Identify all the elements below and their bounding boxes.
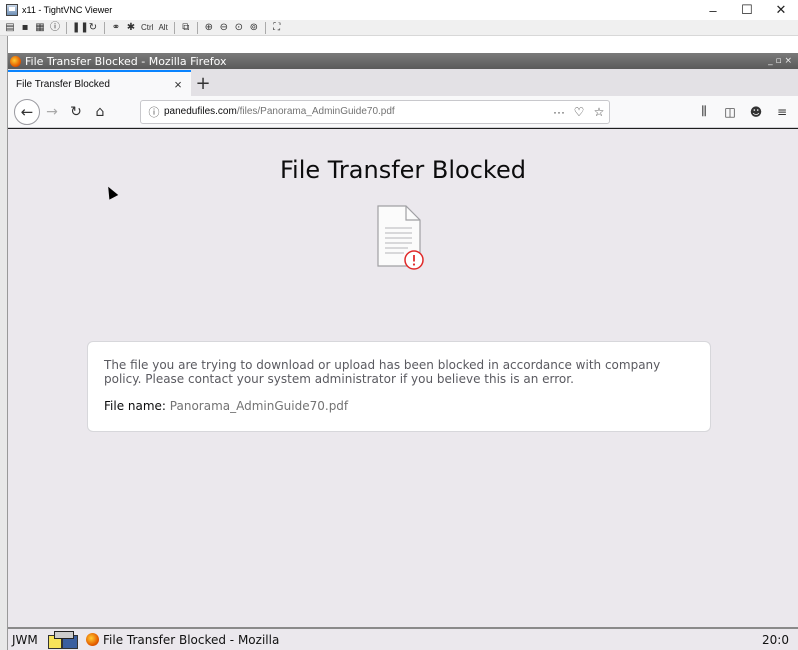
- tab-label: File Transfer Blocked: [16, 78, 110, 90]
- url-path: /files/Panorama_AdminGuide70.pdf: [236, 106, 395, 117]
- toolbar-right: ⫼ ◫ ☻ ≡: [696, 104, 790, 119]
- blocked-document-icon: [377, 205, 424, 270]
- library-icon[interactable]: ⫼: [696, 104, 712, 119]
- zoom-in-icon[interactable]: ⊕: [203, 22, 215, 34]
- desktop-pager[interactable]: [48, 630, 80, 649]
- page-title: File Transfer Blocked: [280, 156, 526, 184]
- remote-left-edge: [0, 36, 8, 650]
- zoom-fit-icon[interactable]: ⊚: [248, 22, 260, 34]
- ctrl-key-button[interactable]: Ctrl: [140, 23, 154, 32]
- info-icon[interactable]: ⓘ: [144, 104, 164, 120]
- save-session-icon[interactable]: ▪: [19, 22, 31, 34]
- vnc-maximize-button[interactable]: ☐: [730, 2, 764, 18]
- back-icon[interactable]: ←: [14, 98, 40, 125]
- win-key-icon[interactable]: ✱: [125, 22, 137, 34]
- url-host: panedufiles.com: [164, 106, 237, 117]
- sidebar-icon[interactable]: ◫: [722, 105, 738, 119]
- firefox-logo-icon: [86, 633, 99, 646]
- vnc-minimize-button[interactable]: –: [696, 3, 730, 18]
- file-name-label: File name:: [104, 399, 166, 413]
- menu-icon[interactable]: ≡: [774, 105, 790, 119]
- vnc-titlebar: x11 - TightVNC Viewer – ☐ ✕: [0, 0, 798, 20]
- message-box: The file you are trying to download or u…: [87, 341, 711, 432]
- file-name-row: File name: Panorama_AdminGuide70.pdf: [104, 399, 694, 413]
- navigation-bar: ← → ↻ ⌂ ⓘ panedufiles.com /files/Panoram…: [8, 96, 798, 128]
- tab-file-transfer-blocked[interactable]: File Transfer Blocked ×: [8, 70, 191, 96]
- ctrl-alt-del-icon[interactable]: ⚭: [110, 22, 122, 34]
- new-connection-icon[interactable]: ▤: [4, 22, 16, 34]
- zoom-100-icon[interactable]: ⊙: [233, 22, 245, 34]
- new-tab-button[interactable]: +: [191, 70, 215, 96]
- more-icon[interactable]: ···: [549, 105, 569, 119]
- clock: 20:0: [762, 632, 789, 647]
- pause-icon[interactable]: ❚❚: [72, 22, 89, 34]
- forward-icon[interactable]: →: [40, 104, 64, 120]
- firefox-window-controls[interactable]: _ ▫ ×: [768, 56, 792, 66]
- toolbar-divider: [264, 21, 266, 34]
- tab-close-icon[interactable]: ×: [171, 77, 185, 92]
- zoom-out-icon[interactable]: ⊖: [218, 22, 230, 34]
- toolbar-divider: [173, 21, 175, 34]
- taskbar: JWM File Transfer Blocked - Mozilla 20:0: [8, 627, 798, 650]
- vnc-app-icon: [6, 4, 18, 16]
- file-name-value: Panorama_AdminGuide70.pdf: [169, 399, 349, 413]
- taskbar-item-label: File Transfer Blocked - Mozilla: [103, 632, 280, 647]
- vnc-window-title: x11 - TightVNC Viewer: [22, 5, 113, 15]
- toolbar-divider: [196, 21, 198, 34]
- tab-bar: File Transfer Blocked × +: [8, 69, 798, 96]
- pager-window: [54, 630, 74, 639]
- toolbar-divider: [104, 21, 105, 34]
- firefox-window-title: File Transfer Blocked - Mozilla Firefox: [25, 54, 227, 68]
- alt-key-button[interactable]: Alt: [157, 23, 168, 32]
- firefox-logo-icon: [10, 55, 21, 67]
- firefox-titlebar: File Transfer Blocked - Mozilla Firefox …: [8, 53, 798, 69]
- reload-icon[interactable]: ↻: [64, 104, 88, 120]
- options-icon[interactable]: ▦: [34, 22, 46, 34]
- refresh-icon[interactable]: ↻: [87, 22, 99, 34]
- bookmark-star-icon[interactable]: ☆: [589, 105, 609, 119]
- vnc-close-button[interactable]: ✕: [764, 2, 798, 18]
- clipboard-icon[interactable]: ⧉: [180, 22, 192, 34]
- taskbar-item-firefox[interactable]: File Transfer Blocked - Mozilla: [86, 633, 279, 647]
- pocket-icon[interactable]: ♡: [569, 105, 589, 119]
- extension-icon[interactable]: ☻: [748, 105, 764, 119]
- info-icon[interactable]: ⓘ: [49, 22, 61, 34]
- fullscreen-icon[interactable]: ⛶: [271, 22, 283, 34]
- url-bar[interactable]: ⓘ panedufiles.com /files/Panorama_AdminG…: [140, 99, 610, 124]
- vnc-toolbar: ▤ ▪ ▦ ⓘ ❚❚ ↻ ⚭ ✱ Ctrl Alt ⧉ ⊕ ⊖ ⊙ ⊚ ⛶: [0, 20, 798, 36]
- home-icon[interactable]: ⌂: [88, 104, 112, 120]
- jwm-menu-button[interactable]: JWM: [8, 633, 48, 647]
- block-message: The file you are trying to download or u…: [104, 358, 661, 386]
- toolbar-divider: [66, 21, 67, 34]
